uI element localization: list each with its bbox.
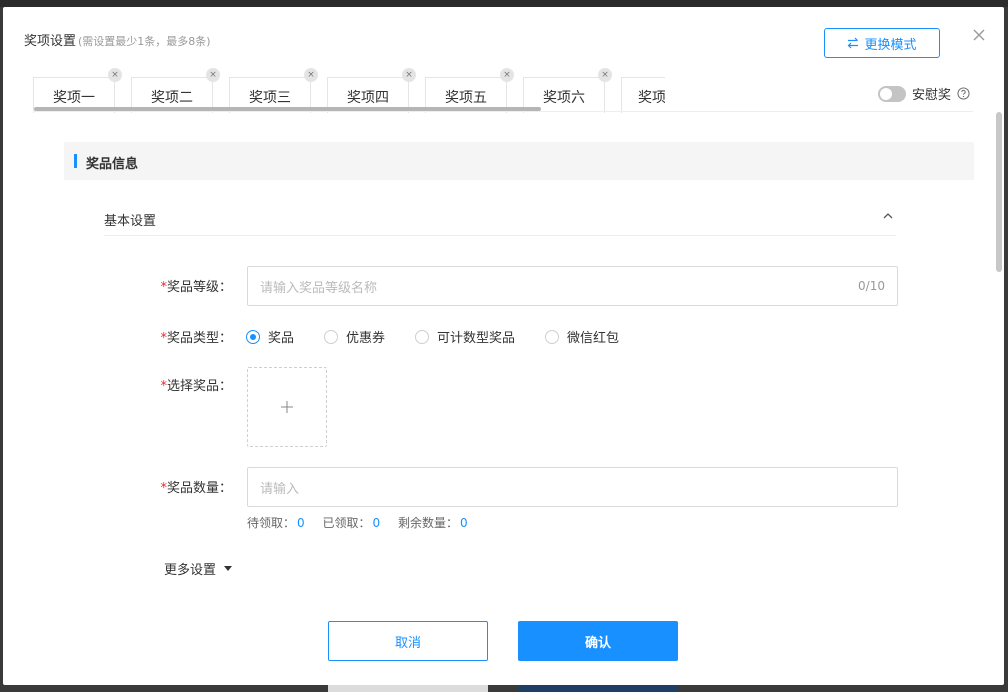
close-icon[interactable] xyxy=(971,27,987,43)
help-icon[interactable] xyxy=(957,87,970,100)
more-settings-label: 更多设置 xyxy=(164,563,217,578)
cancel-button[interactable]: 取消 xyxy=(328,621,488,661)
stat-remaining-value: 0 xyxy=(459,516,468,530)
radio-countable-prize[interactable]: 可计数型奖品 xyxy=(415,327,515,346)
section-title: 奖品信息 xyxy=(86,157,139,172)
plus-icon xyxy=(281,401,293,413)
swap-icon xyxy=(848,37,859,49)
tab-label: 奖项六 xyxy=(543,90,585,106)
prize-level-label-text: 奖品等级： xyxy=(166,280,232,295)
dialog-title: 奖项设置 (需设置最少1条，最多8条) xyxy=(24,30,211,49)
stat-claimed-value: 0 xyxy=(372,516,381,530)
stat-pending-value: 0 xyxy=(297,516,305,530)
radio-label: 微信红包 xyxy=(567,331,620,346)
prize-type-label-text: 奖品类型： xyxy=(166,331,232,346)
switch-mode-button[interactable]: 更换模式 xyxy=(824,28,940,58)
background-fragment xyxy=(328,685,488,692)
prize-level-input[interactable]: 请输入奖品等级名称 0/10 xyxy=(247,266,898,306)
dialog-title-hint: (需设置最少1条，最多8条) xyxy=(78,35,211,48)
tab-label: 奖项一 xyxy=(53,90,95,106)
tab-label: 奖项二 xyxy=(151,90,193,106)
tab-close-icon[interactable]: × xyxy=(500,68,514,82)
radio-dot xyxy=(415,329,430,344)
tab-label: 奖项五 xyxy=(445,90,487,106)
consolation-label: 安慰奖 xyxy=(912,88,952,103)
overlay-top xyxy=(0,0,1008,7)
tab-label: 奖项三 xyxy=(249,90,291,106)
select-prize-label: *选择奖品： xyxy=(112,375,232,394)
select-prize-button[interactable] xyxy=(247,367,327,447)
tab-prize-7[interactable]: 奖项 xyxy=(621,77,665,113)
prize-quantity-label: *奖品数量： xyxy=(112,477,232,496)
radio-dot xyxy=(324,329,339,344)
tabs-divider xyxy=(33,111,973,112)
tab-close-icon[interactable]: × xyxy=(598,68,612,82)
consolation-toggle[interactable] xyxy=(878,85,906,102)
tab-close-icon[interactable]: × xyxy=(206,68,220,82)
basic-settings-title: 基本设置 xyxy=(104,214,157,229)
switch-mode-label: 更换模式 xyxy=(864,37,917,53)
tab-close-icon[interactable]: × xyxy=(402,68,416,82)
prize-level-counter: 0/10 xyxy=(858,279,885,293)
prize-quantity-placeholder: 请输入 xyxy=(260,481,300,497)
prize-type-label: *奖品类型： xyxy=(112,327,232,346)
consolation-prize-setting: 安慰奖 xyxy=(878,84,970,103)
background-fragment xyxy=(518,685,678,692)
confirm-button[interactable]: 确认 xyxy=(518,621,678,661)
tab-close-icon[interactable]: × xyxy=(108,68,122,82)
tab-label: 奖项四 xyxy=(347,90,389,106)
radio-label: 可计数型奖品 xyxy=(437,331,516,346)
chevron-up-icon[interactable] xyxy=(882,211,894,221)
tab-label: 奖项 xyxy=(638,90,665,106)
stat-claimed-label: 已领取： xyxy=(322,516,371,530)
section-header: 奖品信息 xyxy=(64,142,974,180)
prize-quantity-input[interactable]: 请输入 xyxy=(247,467,898,507)
tab-close-icon[interactable]: × xyxy=(304,68,318,82)
radio-prize[interactable]: 奖品 xyxy=(246,327,294,346)
cancel-button-label: 取消 xyxy=(394,635,421,651)
more-settings-toggle[interactable]: 更多设置 xyxy=(164,559,233,578)
radio-wechat-red-packet[interactable]: 微信红包 xyxy=(545,327,619,346)
radio-label: 优惠券 xyxy=(346,331,386,346)
radio-coupon[interactable]: 优惠券 xyxy=(324,327,385,346)
prize-quantity-label-text: 奖品数量： xyxy=(166,481,232,496)
section-accent-bar xyxy=(74,154,77,168)
dialog-title-text: 奖项设置 xyxy=(24,34,77,49)
prize-level-placeholder: 请输入奖品等级名称 xyxy=(260,280,378,296)
stat-pending-label: 待领取： xyxy=(247,516,296,530)
radio-dot xyxy=(545,329,560,344)
stat-remaining-label: 剩余数量： xyxy=(397,516,458,530)
radio-label: 奖品 xyxy=(268,331,295,346)
select-prize-label-text: 选择奖品： xyxy=(166,379,232,394)
radio-dot xyxy=(246,329,260,344)
dialog-scrollbar[interactable] xyxy=(996,112,1002,272)
basic-settings-divider xyxy=(104,235,896,236)
caret-down-icon xyxy=(224,566,233,571)
prize-type-radio-group: 奖品 优惠券 可计数型奖品 微信红包 xyxy=(246,327,649,346)
prize-stats: 待领取： 0 已领取： 0 剩余数量： 0 xyxy=(247,514,482,531)
prize-settings-dialog: 奖项设置 (需设置最少1条，最多8条) 更换模式 奖项一 奖项二 奖项三 奖项四 … xyxy=(3,7,1004,685)
confirm-button-label: 确认 xyxy=(584,635,611,651)
prize-level-label: *奖品等级： xyxy=(112,276,232,295)
